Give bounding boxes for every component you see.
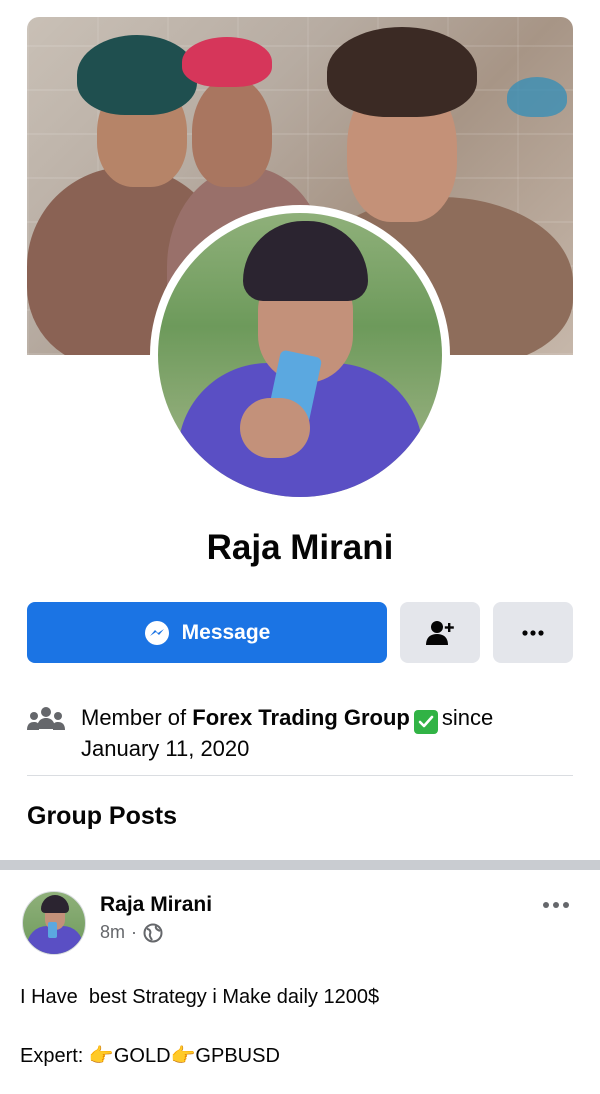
avatar-hand (240, 398, 310, 458)
post-author-avatar[interactable] (22, 891, 86, 955)
avatar-hair (243, 221, 368, 301)
message-button-label: Message (181, 620, 271, 644)
post-author-name[interactable]: Raja Mirani (100, 893, 212, 917)
cover-person-2-face (192, 77, 272, 187)
membership-suffix: since (441, 705, 494, 730)
profile-picture-image (158, 213, 442, 497)
more-dots-icon (521, 629, 545, 637)
post-timestamp[interactable]: 8m (100, 922, 125, 943)
membership-prefix: Member of (81, 705, 187, 730)
cover-wall-paint (507, 77, 567, 117)
group-name-link[interactable]: Forex Trading Group (192, 705, 410, 730)
check-mark-icon (413, 710, 438, 734)
post-more-button[interactable] (536, 893, 576, 917)
section-separator (0, 860, 600, 870)
globe-icon (143, 923, 163, 943)
post-text-line-1: I Have best Strategy i Make daily 1200$ (20, 986, 380, 1008)
post-avatar-hair (41, 895, 69, 913)
more-dots-icon (542, 901, 570, 909)
profile-name: Raja Mirani (206, 528, 394, 567)
meta-separator: · (131, 922, 138, 942)
post-meta: 8m · (100, 922, 163, 943)
cover-person-2-cap (182, 37, 272, 87)
message-button[interactable]: Message (27, 602, 387, 663)
post-text-line-2: Expert: 👉GOLD👉GPBUSD (20, 1043, 280, 1068)
add-friend-button[interactable] (400, 602, 480, 663)
divider (27, 775, 573, 776)
cover-person-1-hair (77, 35, 197, 115)
section-title-group-posts: Group Posts (27, 802, 178, 830)
more-options-button[interactable] (493, 602, 573, 663)
add-friend-icon (425, 619, 455, 647)
cover-person-3-hair (327, 27, 477, 117)
post-expert-label: Expert: (20, 1045, 84, 1067)
profile-picture[interactable] (150, 205, 450, 505)
group-membership-info: Member of Forex Trading Group since Janua… (27, 703, 573, 763)
post-avatar-phone (48, 922, 57, 938)
post-item-gold: GOLD (113, 1045, 171, 1067)
messenger-icon (144, 620, 170, 646)
membership-text: Member of Forex Trading Group since Janua… (81, 703, 493, 763)
post-item-gpbusd: GPBUSD (195, 1045, 280, 1067)
group-members-icon (27, 705, 65, 739)
pointing-hand-emoji: 👉 (88, 1045, 114, 1067)
pointing-hand-emoji: 👉 (170, 1045, 196, 1067)
membership-date: January 11, 2020 (81, 736, 250, 761)
